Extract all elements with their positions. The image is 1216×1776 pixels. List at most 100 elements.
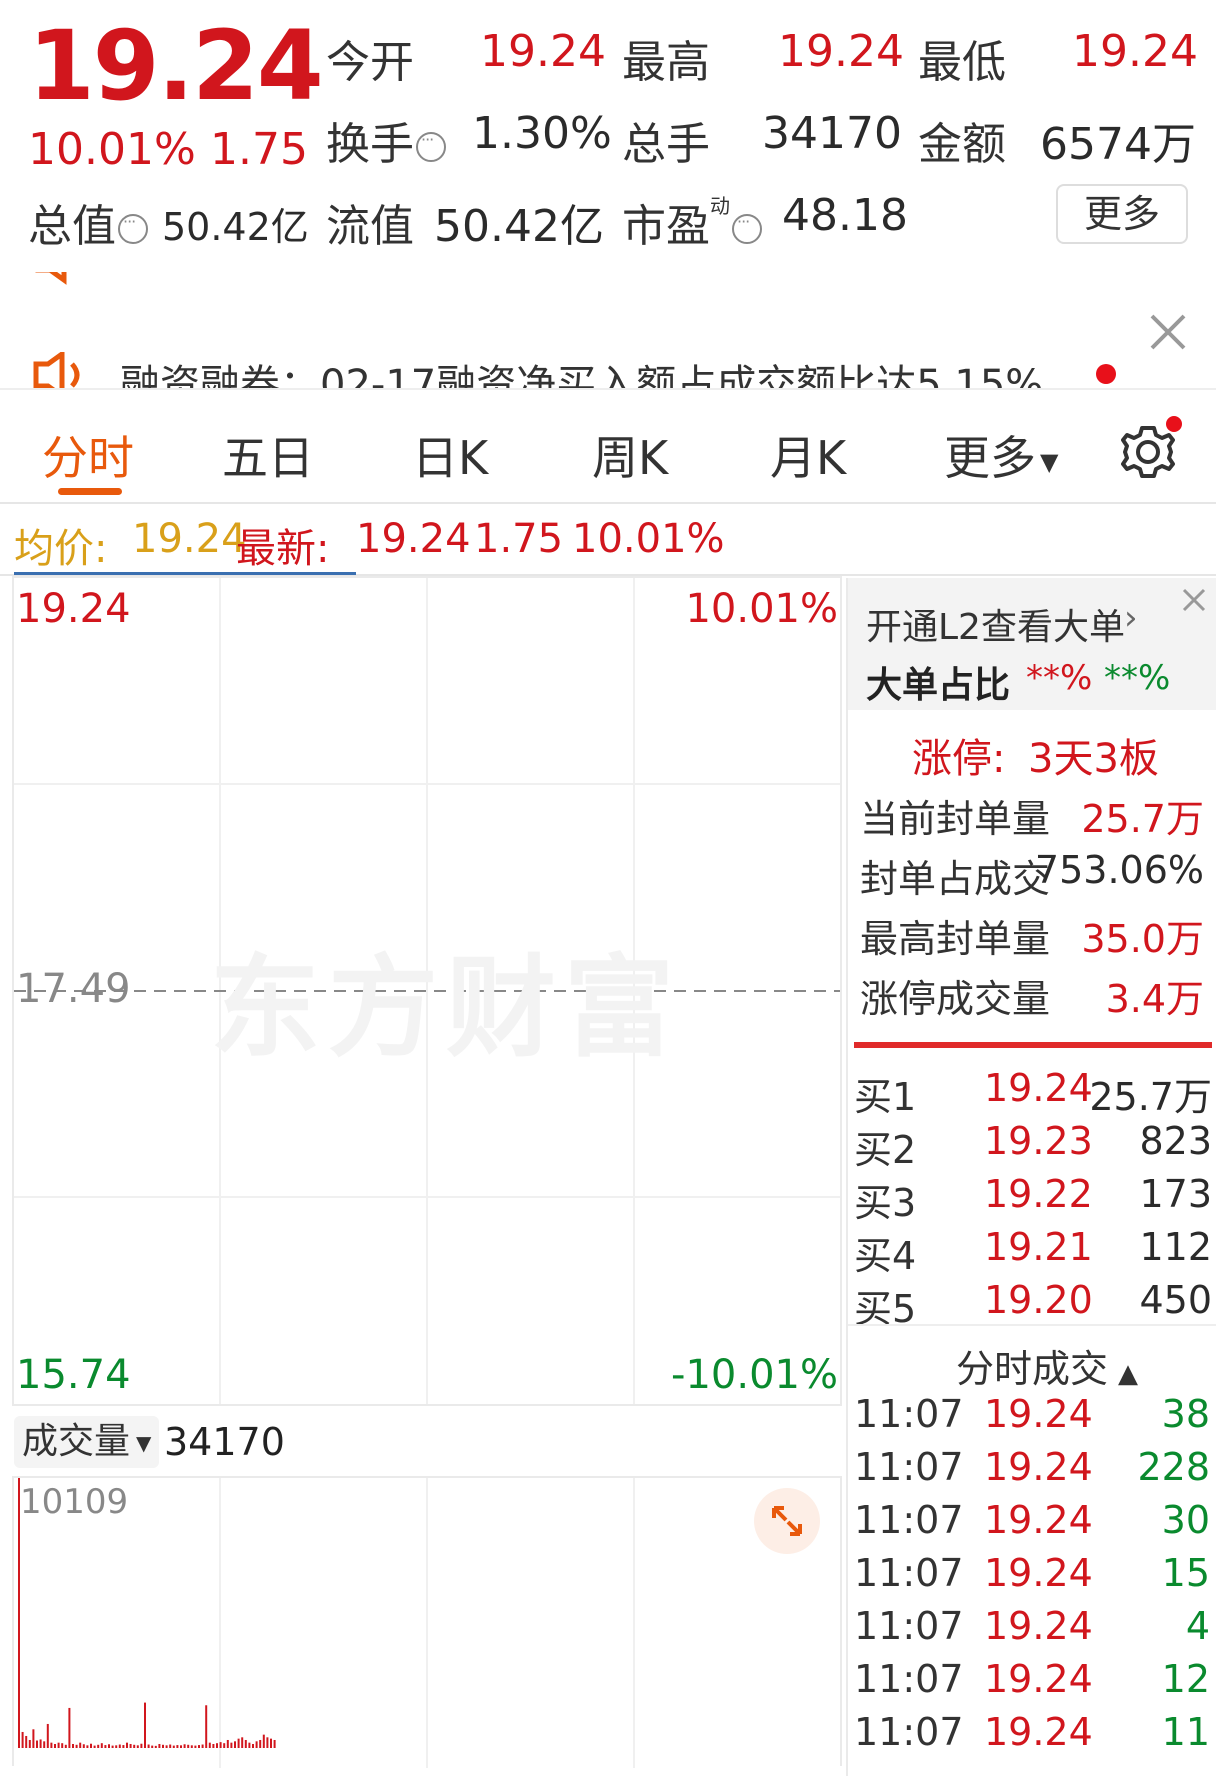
bid-volume: 112 xyxy=(1139,1225,1212,1269)
low-label: 最低 xyxy=(918,37,1006,88)
speaker-icon-partial xyxy=(30,272,90,288)
volume-bar xyxy=(28,1739,31,1748)
notice-bar[interactable]: 融资融券：02-17融资净买入额占成交额比达5.15% xyxy=(0,272,1216,390)
volume-plot xyxy=(18,1478,635,1768)
volume-bar xyxy=(223,1743,226,1748)
watermark: 东方财富 xyxy=(210,944,682,1072)
close-icon[interactable] xyxy=(1178,584,1210,616)
volume-bar xyxy=(248,1742,251,1748)
volume-bar xyxy=(93,1745,96,1748)
volume-bar xyxy=(162,1744,164,1748)
quote-header: 19.24 10.01% 1.75 今开 19.24 最高 19.24 最低 1… xyxy=(0,0,1216,272)
l2-promo[interactable]: 开通L2查看大单 › 大单占比 **% **% xyxy=(848,578,1216,710)
volume-bar xyxy=(68,1707,71,1748)
volume-bar xyxy=(180,1745,182,1748)
bid-price: 19.20 xyxy=(984,1278,1093,1322)
stat-value: 753.06% xyxy=(1034,848,1204,892)
trades-title[interactable]: 分时成交 ▲ xyxy=(956,1338,1138,1393)
volume-bar xyxy=(187,1744,190,1748)
volume-bar xyxy=(216,1743,218,1748)
settings-gear-icon[interactable] xyxy=(1118,416,1182,482)
bid-label: 买4 xyxy=(854,1234,917,1278)
info-icon xyxy=(732,212,762,244)
turnover-label[interactable]: 换手 xyxy=(326,108,446,172)
market-cap-value: 50.42亿 xyxy=(162,205,309,249)
divider xyxy=(848,1324,1216,1326)
volume-header: 成交量 ▼ 34170 xyxy=(12,1408,842,1474)
trade-time: 11:07 xyxy=(854,1445,964,1489)
order-book-row: 买1 19.24 25.7万 xyxy=(848,1066,1216,1119)
trade-price: 19.24 xyxy=(984,1657,1093,1701)
pe-label[interactable]: 市盈动 xyxy=(622,190,762,254)
high-value: 19.24 xyxy=(778,26,904,77)
tab-intraday[interactable]: 分时 xyxy=(42,422,134,488)
trade-price: 19.24 xyxy=(984,1498,1093,1542)
trade-volume: 11 xyxy=(1161,1710,1210,1754)
l2-promo-text: 开通L2查看大单 xyxy=(866,607,1125,648)
price-info-line: 均价: 19.24 最新: 19.24 1.75 10.01% xyxy=(0,506,1216,576)
tab-weekly-k[interactable]: 周K xyxy=(592,422,668,488)
volume-bar xyxy=(169,1744,172,1748)
float-label: 流值 xyxy=(326,201,414,252)
info-icon xyxy=(416,130,446,162)
volume-bar xyxy=(259,1739,262,1748)
caret-up-icon: ▲ xyxy=(1118,1359,1139,1389)
close-icon[interactable] xyxy=(1148,312,1188,352)
trade-time: 11:07 xyxy=(854,1498,964,1542)
volume-bar xyxy=(46,1723,49,1748)
settings-badge-dot xyxy=(1166,416,1182,432)
price-line-indicator xyxy=(14,572,356,575)
tab-daily-k[interactable]: 日K xyxy=(412,422,488,488)
tab-more[interactable]: 更多 ▼ xyxy=(944,422,1058,488)
trade-row: 11:07 19.24 228 xyxy=(848,1445,1216,1495)
trade-price: 19.24 xyxy=(984,1445,1093,1489)
volume-bar xyxy=(212,1743,215,1748)
volume-chart[interactable]: 10109 xyxy=(12,1476,842,1768)
stat-label: 最高封单量 xyxy=(860,917,1051,961)
volume-bar xyxy=(262,1734,265,1748)
volume-bar xyxy=(100,1743,103,1748)
volume-bar xyxy=(36,1740,38,1748)
volume-bar xyxy=(151,1745,154,1748)
chevron-right-icon: › xyxy=(1124,598,1138,638)
trade-price: 19.24 xyxy=(984,1604,1093,1648)
amount-value: 6574万 xyxy=(1040,119,1196,170)
volume-bar xyxy=(115,1745,118,1748)
volume-bar xyxy=(194,1745,197,1748)
pe-dynamic-mark: 动 xyxy=(710,194,730,218)
volume-bar xyxy=(144,1702,146,1748)
tab-monthly-k[interactable]: 月K xyxy=(770,422,846,488)
right-panel: 开通L2查看大单 › 大单占比 **% **% 涨停: 3天3板 当前封单量 2… xyxy=(846,578,1216,1776)
volume-bar xyxy=(82,1744,85,1748)
volume-bar xyxy=(198,1745,200,1748)
info-icon xyxy=(118,212,148,244)
bid-volume: 450 xyxy=(1139,1278,1212,1322)
trade-row: 11:07 19.24 38 xyxy=(848,1392,1216,1442)
market-cap-label[interactable]: 总值 xyxy=(28,190,148,254)
bid-price: 19.23 xyxy=(984,1119,1093,1163)
volume-bar xyxy=(50,1742,53,1748)
expand-icon[interactable] xyxy=(754,1488,820,1554)
trade-price: 19.24 xyxy=(984,1392,1093,1436)
tab-five-day[interactable]: 五日 xyxy=(222,422,314,488)
volume-max-label: 10109 xyxy=(20,1482,129,1522)
volume-bar xyxy=(176,1745,179,1748)
volume-bar xyxy=(32,1729,35,1748)
volume-bar xyxy=(122,1745,125,1748)
volume-bar xyxy=(234,1741,236,1748)
volume-bar xyxy=(75,1744,78,1748)
trade-time: 11:07 xyxy=(854,1604,964,1648)
trade-volume: 30 xyxy=(1161,1498,1210,1542)
volume-bar xyxy=(25,1735,28,1748)
volume-indicator-selector[interactable]: 成交量 ▼ xyxy=(14,1416,160,1468)
high-label: 最高 xyxy=(622,37,710,88)
bid-price: 19.21 xyxy=(984,1225,1093,1269)
order-book-row: 买2 19.23 823 xyxy=(848,1119,1216,1172)
volume-bar xyxy=(190,1745,193,1748)
more-button[interactable]: 更多 xyxy=(1056,184,1188,244)
intraday-chart[interactable]: 东方财富 19.24 10.01% 17.49 15.74 -10.01% xyxy=(12,576,842,1406)
volume-bar xyxy=(201,1744,204,1748)
volume-bar xyxy=(154,1745,157,1748)
volume-bar xyxy=(57,1742,60,1748)
open-label: 今开 xyxy=(326,37,414,88)
